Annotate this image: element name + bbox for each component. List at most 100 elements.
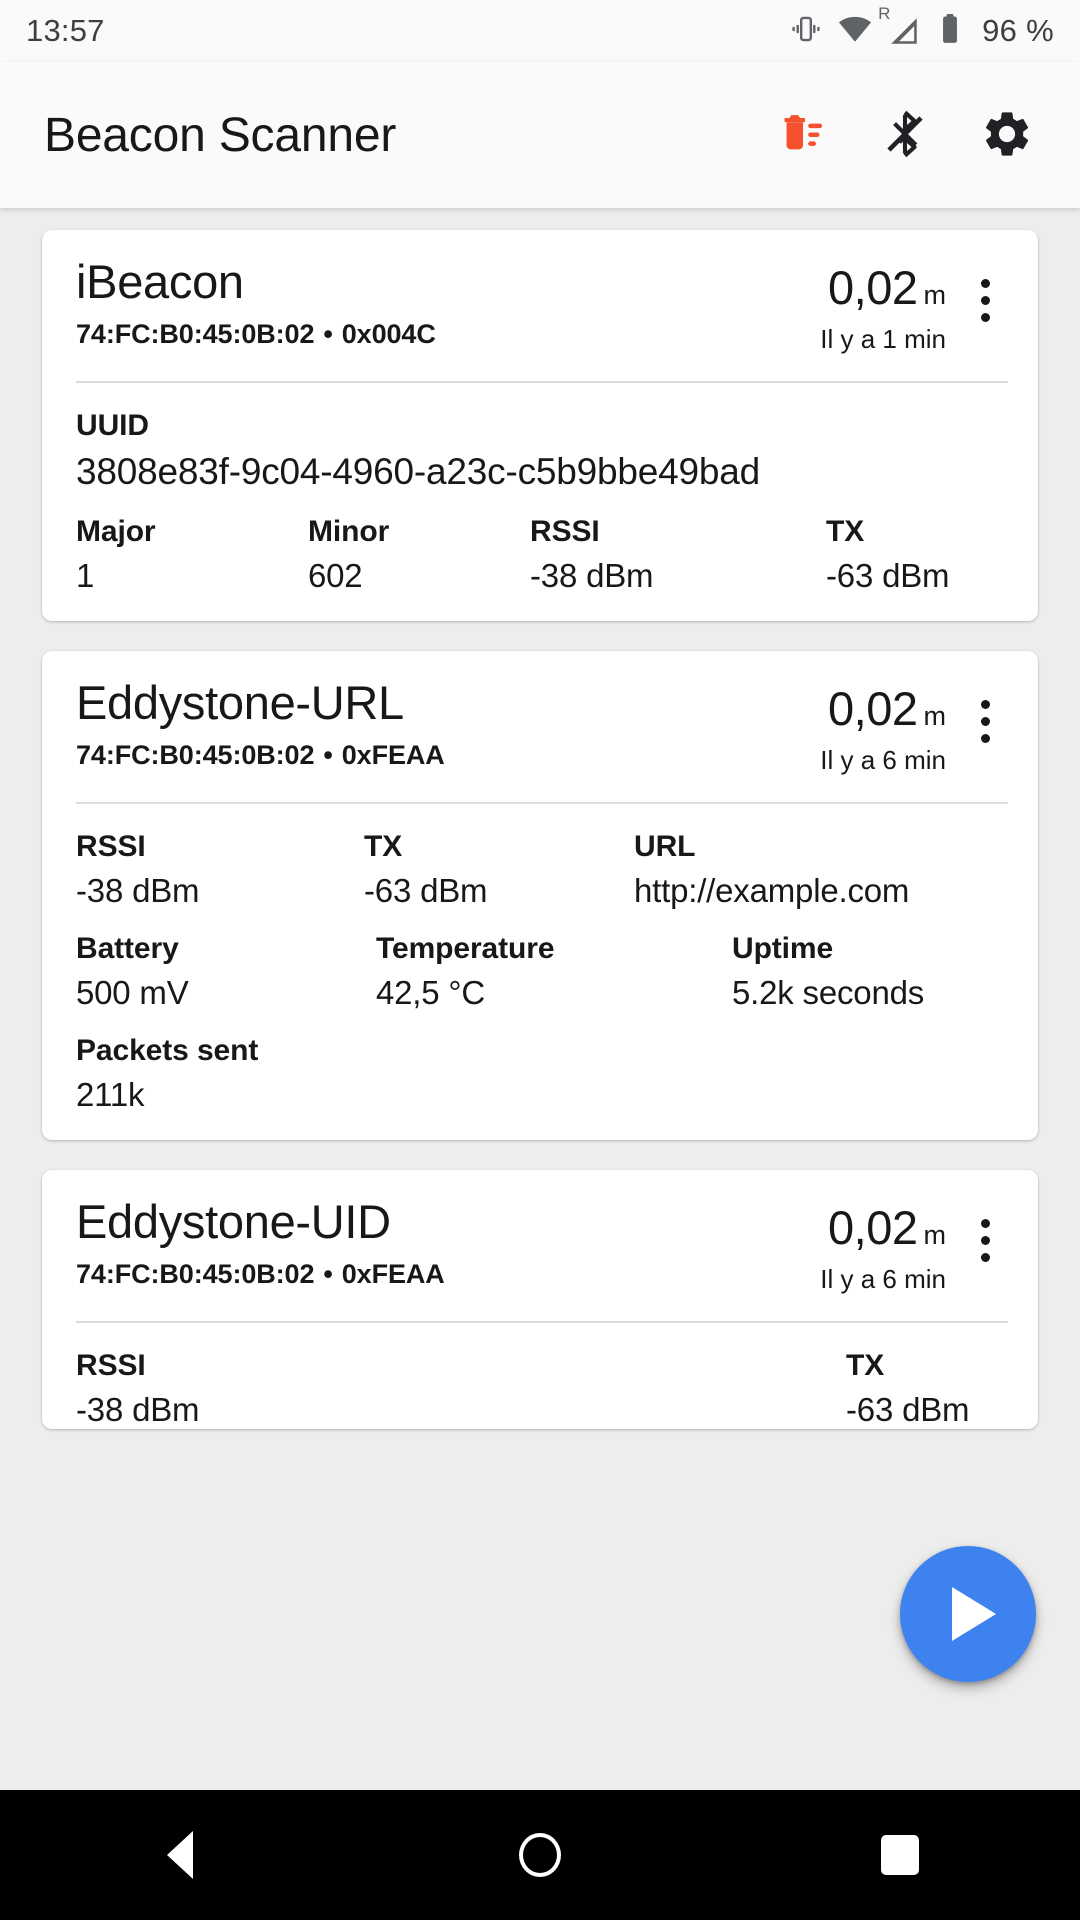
beacon-mac-address: 74:FC:B0:45:0B:02 bbox=[76, 318, 315, 349]
beacon-field-rssi: RSSI -38 dBm bbox=[76, 830, 364, 910]
field-label: URL bbox=[634, 830, 696, 863]
card-divider bbox=[76, 1321, 1008, 1323]
beacon-address-row: 74:FC:B0:45:0B:02 • 0xFEAA bbox=[76, 1259, 820, 1290]
beacon-card[interactable]: Eddystone-URL 74:FC:B0:45:0B:02 • 0xFEAA 0… bbox=[42, 651, 1038, 1140]
field-label: RSSI bbox=[76, 830, 146, 863]
field-label: Battery bbox=[76, 932, 179, 965]
gear-icon bbox=[980, 107, 1034, 164]
beacon-distance: 0,02 m bbox=[820, 1200, 946, 1255]
separator-dot: • bbox=[323, 739, 333, 770]
beacon-card-header: iBeacon 74:FC:B0:45:0B:02 • 0x004C 0,02 m I… bbox=[76, 255, 1008, 355]
distance-unit: m bbox=[923, 1220, 947, 1250]
nav-recents-button[interactable] bbox=[825, 1790, 975, 1920]
beacon-address-row: 74:FC:B0:45:0B:02 • 0xFEAA bbox=[76, 740, 820, 771]
beacon-overflow-menu-button[interactable] bbox=[962, 1202, 1008, 1278]
card-divider bbox=[76, 381, 1008, 383]
beacon-card-header: Eddystone-UID 74:FC:B0:45:0B:02 • 0xFEAA 0… bbox=[76, 1195, 1008, 1295]
beacon-distance-block: 0,02 m Il y a 6 min bbox=[820, 1196, 956, 1295]
kebab-dot bbox=[980, 1235, 990, 1245]
distance-value: 0,02 bbox=[828, 682, 918, 735]
field-value: 42,5 °C bbox=[376, 974, 486, 1011]
app-bar-actions bbox=[770, 102, 1054, 168]
beacon-company-id: 0xFEAA bbox=[341, 739, 445, 770]
beacon-field-row: UUID 3808e83f-9c04-4960-a23c-c5b9bbe49ba… bbox=[76, 409, 1008, 493]
beacon-field-battery: Battery 500 mV bbox=[76, 932, 376, 1012]
field-label: RSSI bbox=[76, 1349, 146, 1382]
beacon-card[interactable]: iBeacon 74:FC:B0:45:0B:02 • 0x004C 0,02 m I… bbox=[42, 230, 1038, 621]
field-label: Major bbox=[76, 515, 156, 548]
app-bar: Beacon Scanner bbox=[0, 62, 1080, 208]
field-label: Packets sent bbox=[76, 1034, 259, 1067]
status-bar: 13:57 R 96 % bbox=[0, 0, 1080, 62]
play-icon bbox=[952, 1587, 996, 1641]
field-value: 500 mV bbox=[76, 974, 189, 1011]
beacon-field-tx: TX -63 dBm bbox=[846, 1349, 970, 1429]
beacon-last-seen: Il y a 1 min bbox=[820, 324, 946, 354]
beacon-field-major: Major 1 bbox=[76, 515, 308, 595]
beacon-last-seen: Il y a 6 min bbox=[820, 745, 946, 775]
recents-square-icon bbox=[881, 1835, 919, 1875]
beacon-field-row: RSSI -38 dBm TX -63 dBm bbox=[76, 1349, 1008, 1429]
beacon-identity: Eddystone-UID 74:FC:B0:45:0B:02 • 0xFEAA bbox=[76, 1195, 820, 1290]
status-icon-tray: R 96 % bbox=[789, 5, 1054, 52]
android-navigation-bar bbox=[0, 1790, 1080, 1920]
field-value: -38 dBm bbox=[76, 1391, 200, 1428]
beacon-field-uuid: UUID 3808e83f-9c04-4960-a23c-c5b9bbe49ba… bbox=[76, 409, 1008, 493]
beacon-type-label: Eddystone-UID bbox=[76, 1195, 391, 1248]
beacon-field-tx: TX -63 dBm bbox=[364, 830, 634, 910]
kebab-dot bbox=[980, 716, 990, 726]
cellular-signal-icon: R bbox=[878, 5, 921, 48]
beacon-distance: 0,02 m bbox=[820, 260, 946, 315]
beacon-distance-block: 0,02 m Il y a 6 min bbox=[820, 677, 956, 776]
start-scan-button[interactable] bbox=[900, 1546, 1036, 1682]
beacon-mac-address: 74:FC:B0:45:0B:02 bbox=[76, 739, 315, 770]
kebab-dot bbox=[980, 312, 990, 322]
beacon-type-label: iBeacon bbox=[76, 255, 244, 308]
home-circle-icon bbox=[519, 1833, 561, 1877]
beacon-card[interactable]: Eddystone-UID 74:FC:B0:45:0B:02 • 0xFEAA 0… bbox=[42, 1170, 1038, 1429]
beacon-field-minor: Minor 602 bbox=[308, 515, 530, 595]
field-value: 1 bbox=[76, 557, 95, 594]
kebab-dot bbox=[980, 278, 990, 288]
delete-sweep-icon bbox=[777, 108, 829, 163]
kebab-dot bbox=[980, 295, 990, 305]
status-clock: 13:57 bbox=[26, 13, 105, 48]
beacon-list[interactable]: iBeacon 74:FC:B0:45:0B:02 • 0x004C 0,02 m I… bbox=[0, 208, 1080, 1790]
clear-list-button[interactable] bbox=[770, 102, 836, 168]
field-value: 602 bbox=[308, 557, 363, 594]
field-label: Minor bbox=[308, 515, 390, 548]
kebab-dot bbox=[980, 733, 990, 743]
field-label: TX bbox=[364, 830, 403, 863]
beacon-card-header: Eddystone-URL 74:FC:B0:45:0B:02 • 0xFEAA 0… bbox=[76, 676, 1008, 776]
roaming-indicator-label: R bbox=[878, 4, 891, 23]
nav-home-button[interactable] bbox=[465, 1790, 615, 1920]
beacon-identity: iBeacon 74:FC:B0:45:0B:02 • 0x004C bbox=[76, 255, 820, 350]
beacon-field-row: Packets sent 211k bbox=[76, 1034, 1008, 1114]
battery-icon bbox=[935, 12, 965, 51]
beacon-last-seen: Il y a 6 min bbox=[820, 1264, 946, 1294]
beacon-field-row: Battery 500 mV Temperature 42,5 °C Uptim… bbox=[76, 932, 1008, 1012]
nav-back-button[interactable] bbox=[105, 1790, 255, 1920]
distance-value: 0,02 bbox=[828, 1201, 918, 1254]
beacon-distance: 0,02 m bbox=[820, 681, 946, 736]
beacon-overflow-menu-button[interactable] bbox=[962, 262, 1008, 338]
field-value: 5.2k seconds bbox=[732, 974, 925, 1011]
field-label: UUID bbox=[76, 409, 149, 442]
kebab-dot bbox=[980, 699, 990, 709]
bluetooth-disabled-icon bbox=[879, 108, 931, 163]
beacon-identity: Eddystone-URL 74:FC:B0:45:0B:02 • 0xFEAA bbox=[76, 676, 820, 771]
beacon-type-label: Eddystone-URL bbox=[76, 676, 404, 729]
field-label: RSSI bbox=[530, 515, 600, 548]
beacon-field-url: URL http://example.com bbox=[634, 830, 909, 910]
beacon-overflow-menu-button[interactable] bbox=[962, 683, 1008, 759]
field-value: 211k bbox=[76, 1076, 145, 1113]
beacon-field-uptime: Uptime 5.2k seconds bbox=[732, 932, 924, 1012]
battery-percent-label: 96 % bbox=[982, 13, 1054, 48]
bluetooth-toggle-button[interactable] bbox=[872, 102, 938, 168]
field-value: -38 dBm bbox=[76, 872, 200, 909]
phone-screen: 13:57 R 96 % Beacon Scanner iBeacon 74:F… bbox=[0, 0, 1080, 1920]
beacon-field-rssi: RSSI -38 dBm bbox=[530, 515, 826, 595]
beacon-field-row: RSSI -38 dBm TX -63 dBm URL http://examp… bbox=[76, 830, 1008, 910]
field-value: -63 dBm bbox=[364, 872, 488, 909]
settings-button[interactable] bbox=[974, 102, 1040, 168]
